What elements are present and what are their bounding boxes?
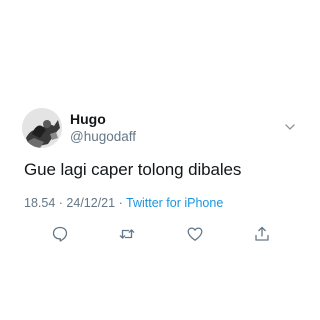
like-button[interactable] xyxy=(186,225,204,243)
meta-separator: · xyxy=(118,196,123,210)
more-options-button[interactable] xyxy=(283,120,297,134)
display-name[interactable]: Hugo xyxy=(70,111,106,127)
share-button[interactable] xyxy=(253,225,271,243)
user-handle[interactable]: @hugodaff xyxy=(70,129,136,145)
tweet-meta: 18.54 · 24/12/21 · Twitter for iPhone xyxy=(24,195,223,211)
reply-button[interactable] xyxy=(51,225,69,243)
profile-photo-icon xyxy=(22,108,62,148)
heart-icon xyxy=(187,227,203,241)
tweet-actions xyxy=(0,225,320,245)
tweet-time[interactable]: 18.54 xyxy=(24,196,55,210)
retweet-arrows-icon xyxy=(119,229,135,239)
retweet-button[interactable] xyxy=(118,225,136,243)
speech-bubble-icon xyxy=(52,226,68,242)
tweet-card: Hugo @hugodaff Gue lagi caper tolong dib… xyxy=(0,0,320,320)
meta-separator: · xyxy=(58,196,63,210)
tweet-source-link[interactable]: Twitter for iPhone xyxy=(126,196,223,210)
tweet-date[interactable]: 24/12/21 xyxy=(66,196,115,210)
avatar[interactable] xyxy=(22,108,62,148)
tweet-text: Gue lagi caper tolong dibales xyxy=(24,160,242,179)
chevron-down-icon xyxy=(285,124,295,130)
share-upload-icon xyxy=(255,226,269,241)
